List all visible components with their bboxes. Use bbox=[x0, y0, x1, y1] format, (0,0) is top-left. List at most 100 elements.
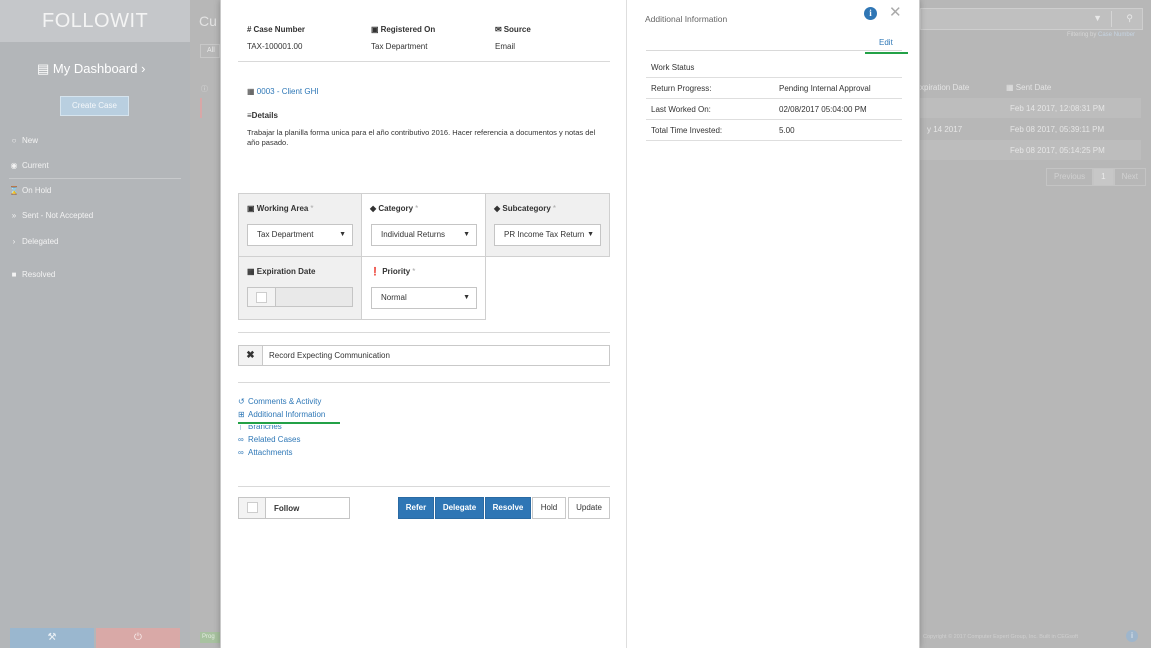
square-icon: ■ bbox=[11, 270, 17, 279]
building-icon: ▣ bbox=[371, 25, 379, 34]
label-text: Case Number bbox=[253, 25, 306, 34]
link-label: Comments & Activity bbox=[248, 397, 322, 406]
info-icon[interactable]: i bbox=[864, 7, 877, 20]
row-status-marker bbox=[200, 98, 202, 118]
follow-checkbox[interactable] bbox=[247, 502, 258, 513]
panel-title: Additional Information bbox=[645, 14, 728, 24]
link-label: Related Cases bbox=[248, 435, 301, 444]
search-input[interactable]: ▼ ⚲ bbox=[920, 8, 1143, 30]
chevron-right-icon: » bbox=[11, 211, 17, 220]
dashboard-title[interactable]: ▤ My Dashboard › bbox=[37, 61, 145, 77]
table-row[interactable]: Feb 08 2017, 05:14:25 PM bbox=[920, 140, 1141, 160]
info-key: Last Worked On: bbox=[651, 105, 711, 114]
id-card-icon: ▦ bbox=[247, 87, 255, 96]
sidebar-item-current[interactable]: ◉ Current bbox=[9, 161, 49, 170]
record-communication-text: Record Expecting Communication bbox=[269, 351, 390, 360]
sidebar-item-sent-not-accepted[interactable]: » Sent - Not Accepted bbox=[9, 211, 93, 220]
expiration-date-input[interactable] bbox=[247, 287, 353, 307]
sidebar-item-resolved[interactable]: ■ Resolved bbox=[9, 270, 56, 279]
settings-button[interactable]: ⚒ bbox=[10, 628, 94, 648]
follow-toggle[interactable]: Follow bbox=[238, 497, 350, 519]
additional-info-panel: Additional Information i ✕ Edit Work Sta… bbox=[627, 0, 921, 648]
footer-copyright: Copyright © 2017 Computer Expert Group, … bbox=[923, 634, 1079, 640]
filter-status-value[interactable]: Case Number bbox=[1098, 32, 1135, 38]
close-icon[interactable]: ✖ bbox=[239, 346, 263, 365]
refer-button[interactable]: Refer bbox=[398, 497, 434, 519]
source-value: Email bbox=[495, 42, 516, 51]
tab-edit[interactable]: Edit bbox=[879, 38, 893, 47]
sidebar-item-delegated[interactable]: › Delegated bbox=[9, 237, 59, 246]
client-link[interactable]: ▦ 0003 - Client GHI bbox=[247, 87, 319, 96]
info-value: 5.00 bbox=[779, 126, 795, 135]
filter-status-text: Filtering by bbox=[1067, 32, 1097, 38]
divider bbox=[238, 61, 610, 62]
sidebar-item-label: Current bbox=[22, 161, 49, 170]
page-title: Cu bbox=[199, 13, 217, 29]
link-comments-activity[interactable]: ↺ Comments & Activity bbox=[238, 397, 321, 406]
search-icon[interactable]: ⚲ bbox=[1126, 13, 1133, 24]
caret-down-icon: ▼ bbox=[463, 294, 470, 301]
sidebar-item-on-hold[interactable]: ⌛ On Hold bbox=[9, 186, 51, 195]
table-cell: Feb 14 2017, 12:08:31 PM bbox=[1010, 104, 1105, 113]
close-icon[interactable]: ✕ bbox=[889, 3, 902, 21]
sidebar-item-new[interactable]: ○ New bbox=[9, 136, 38, 145]
registered-on-label: ▣ Registered On bbox=[371, 25, 435, 34]
expiration-date-cell: ▦ Expiration Date bbox=[238, 256, 362, 320]
pagination-next[interactable]: Next bbox=[1113, 168, 1147, 186]
label-text: Details bbox=[251, 111, 278, 120]
caret-down-icon: ▼ bbox=[463, 231, 470, 238]
divider bbox=[238, 382, 610, 383]
app-logo: FOLLOWIT bbox=[42, 10, 149, 32]
expiration-date-toggle[interactable] bbox=[248, 288, 276, 306]
info-icon[interactable]: i bbox=[1126, 630, 1138, 642]
sidebar-item-label: Resolved bbox=[22, 270, 56, 279]
delegate-button[interactable]: Delegate bbox=[435, 497, 484, 519]
update-button[interactable]: Update bbox=[568, 497, 610, 519]
divider bbox=[646, 50, 902, 51]
expiration-date-label: ▦ Expiration Date bbox=[247, 267, 315, 276]
column-header-expiration[interactable]: xpiration Date bbox=[920, 83, 969, 92]
working-area-select[interactable]: Tax Department ▼ bbox=[247, 224, 353, 246]
label-text: Priority bbox=[382, 267, 411, 276]
plus-square-icon: ⊞ bbox=[238, 410, 245, 419]
checkbox[interactable] bbox=[256, 292, 267, 303]
resolve-button[interactable]: Resolve bbox=[485, 497, 531, 519]
table-cell: Feb 08 2017, 05:14:25 PM bbox=[1010, 146, 1105, 155]
tab-all[interactable]: All bbox=[200, 44, 220, 58]
case-number-label: # Case Number bbox=[247, 25, 305, 34]
hold-button[interactable]: Hold bbox=[532, 497, 566, 519]
case-detail-panel: # Case Number TAX-100001.00 ▣ Registered O… bbox=[221, 0, 627, 648]
calendar-icon: ▦ bbox=[1006, 83, 1014, 92]
registered-on-value: Tax Department bbox=[371, 42, 428, 51]
subcategory-select[interactable]: PR Income Tax Return ▼ bbox=[494, 224, 601, 246]
link-label: Attachments bbox=[248, 448, 293, 457]
logout-button[interactable]: ⏻ bbox=[96, 628, 180, 648]
pagination-previous[interactable]: Previous bbox=[1046, 168, 1094, 186]
label-text: Subcategory bbox=[502, 204, 551, 213]
table-row[interactable]: y 14 2017 Feb 08 2017, 05:39:11 PM bbox=[920, 119, 1141, 139]
required-mark: * bbox=[552, 204, 556, 213]
details-label: ≡Details bbox=[247, 111, 278, 120]
column-header-sent-date[interactable]: ▦ Sent Date bbox=[1006, 83, 1051, 92]
link-attachments[interactable]: ∞ Attachments bbox=[238, 448, 292, 457]
category-select[interactable]: Individual Returns ▼ bbox=[371, 224, 477, 246]
inbox-icon: ▤ bbox=[37, 61, 50, 76]
table-cell: y 14 2017 bbox=[927, 125, 963, 134]
link-additional-information[interactable]: ⊞ Additional Information bbox=[238, 410, 325, 419]
create-case-button[interactable]: Create Case bbox=[60, 96, 129, 116]
divider bbox=[1111, 11, 1112, 27]
calendar-icon: ▦ bbox=[247, 267, 255, 276]
follow-checkbox-cell[interactable] bbox=[239, 498, 266, 518]
filter-icon[interactable]: ▼ bbox=[1093, 13, 1102, 23]
priority-select[interactable]: Normal ▼ bbox=[371, 287, 477, 309]
sidebar-item-label: Sent - Not Accepted bbox=[22, 211, 94, 220]
link-related-cases[interactable]: ∞ Related Cases bbox=[238, 435, 300, 444]
info-key: Return Progress: bbox=[651, 84, 712, 93]
record-communication-field[interactable]: ✖ Record Expecting Communication bbox=[238, 345, 610, 366]
link-label: Additional Information bbox=[248, 410, 326, 419]
info-row-total-time: Total Time Invested: 5.00 bbox=[646, 120, 902, 141]
info-value: Pending Internal Approval bbox=[779, 84, 871, 93]
pagination-page[interactable]: 1 bbox=[1093, 168, 1114, 186]
table-row[interactable]: Feb 14 2017, 12:08:31 PM bbox=[920, 98, 1141, 118]
active-tab-indicator bbox=[865, 52, 908, 54]
